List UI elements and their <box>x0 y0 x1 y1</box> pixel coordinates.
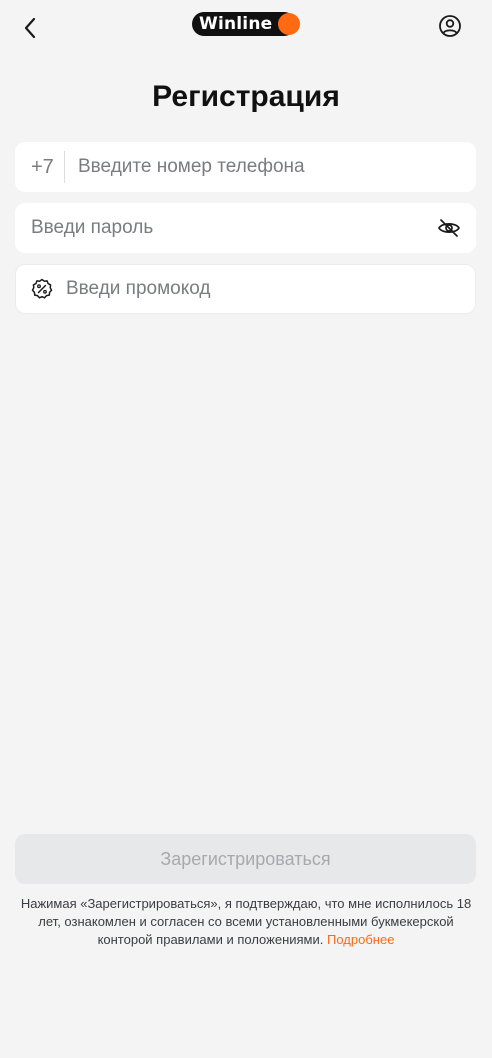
password-field <box>15 203 476 253</box>
phone-field: +7 <box>15 142 476 192</box>
legal-more-link[interactable]: Подробнее <box>327 932 394 947</box>
back-button[interactable] <box>14 12 46 44</box>
percent-badge-icon <box>30 277 54 301</box>
register-button[interactable]: Зарегистрироваться <box>15 834 476 884</box>
profile-button[interactable] <box>436 12 464 40</box>
chevron-left-icon <box>24 17 36 39</box>
legal-notice: Нажимая «Зарегистрироваться», я подтверж… <box>14 895 478 949</box>
page-title: Регистрация <box>152 80 340 113</box>
header: Winline <box>0 0 492 56</box>
user-circle-icon <box>439 15 461 37</box>
phone-input[interactable] <box>65 156 476 178</box>
eye-off-icon <box>438 219 460 237</box>
logo-dot <box>278 13 300 35</box>
winline-logo: Winline <box>192 12 302 36</box>
phone-prefix: +7 <box>15 151 65 183</box>
password-visibility-toggle[interactable] <box>436 215 462 241</box>
registration-screen: Winline Регистрация +7 Введите номер тел… <box>0 0 492 1058</box>
password-input[interactable] <box>31 217 436 239</box>
promo-field <box>15 264 476 314</box>
promo-input[interactable] <box>66 278 475 300</box>
legal-text: Нажимая «Зарегистрироваться», я подтверж… <box>20 896 472 947</box>
